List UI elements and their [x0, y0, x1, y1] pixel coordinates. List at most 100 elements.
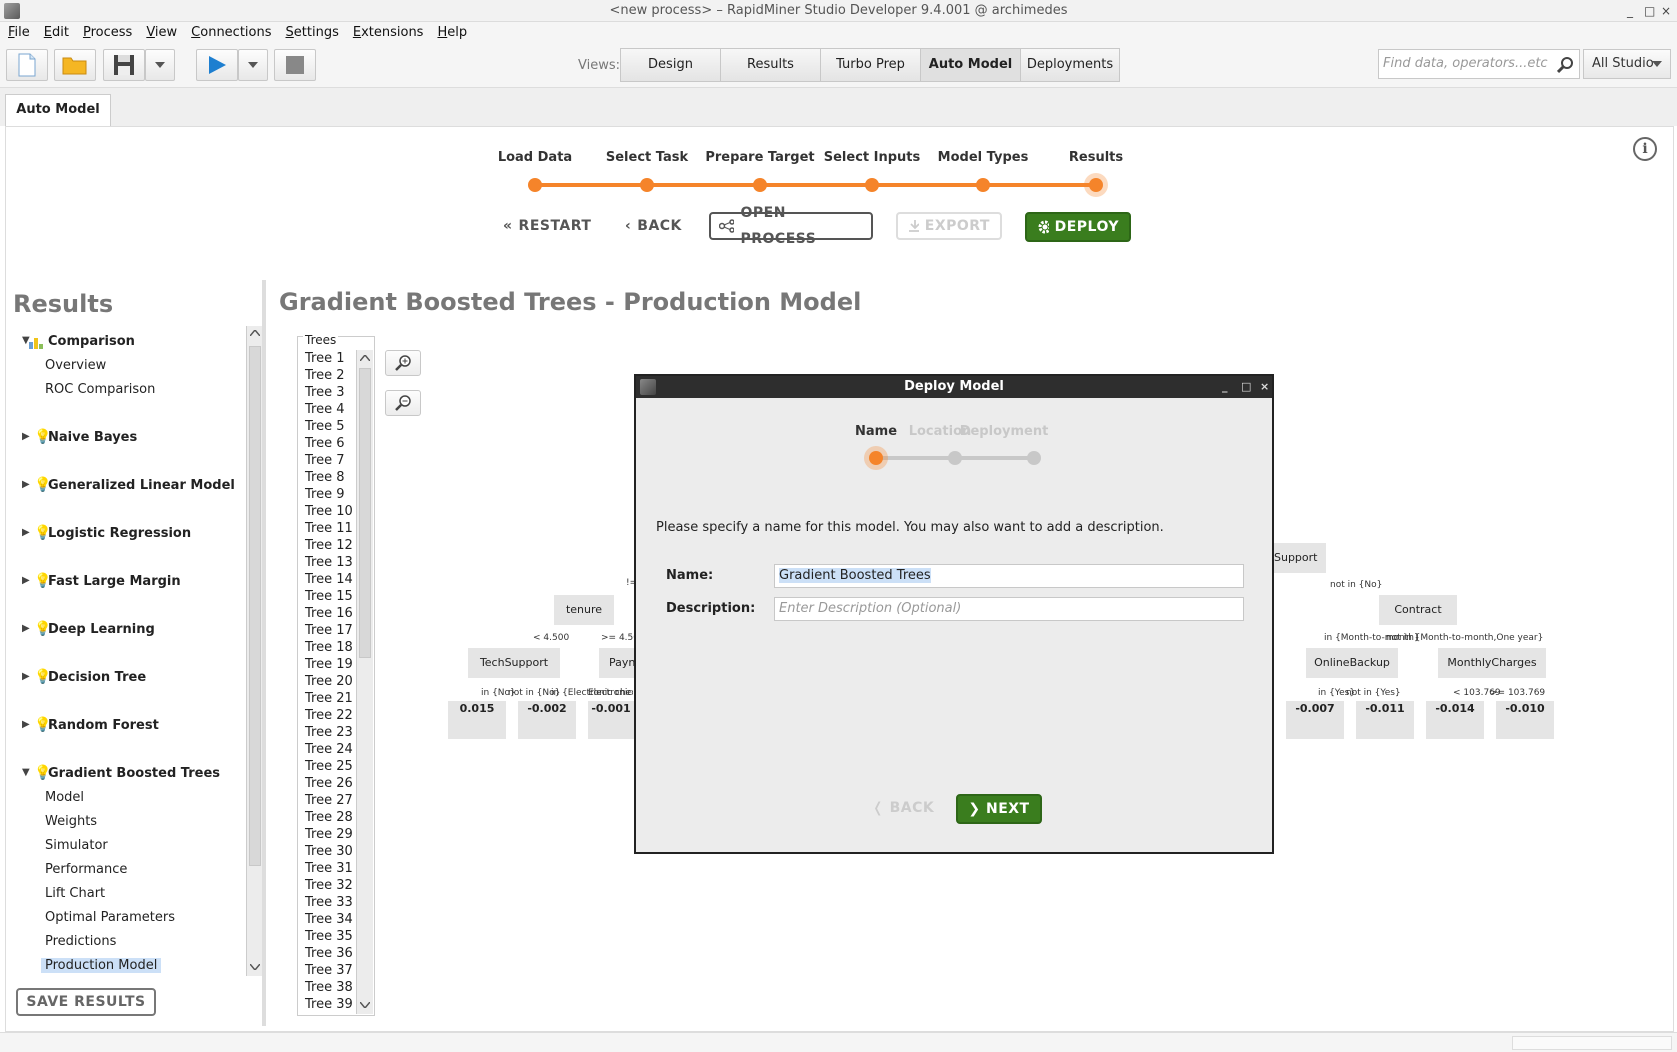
save-process-button[interactable]	[103, 49, 145, 81]
tree-list-item[interactable]: Tree 39	[300, 996, 356, 1013]
tree-group-random-forest[interactable]: ▶ 💡 Random Forest	[22, 717, 159, 733]
run-options-dropdown[interactable]	[238, 49, 268, 81]
scroll-down-icon[interactable]	[250, 964, 260, 970]
tree-item-model[interactable]: Model	[45, 790, 84, 805]
step-results[interactable]: Results	[1069, 150, 1123, 165]
tree-leaf[interactable]: -0.014	[1426, 701, 1484, 739]
tree-list-item[interactable]: Tree 8	[300, 469, 356, 486]
search-scope-dropdown[interactable]: All Studio	[1583, 49, 1671, 79]
tree-item-simulator[interactable]: Simulator	[45, 838, 108, 853]
new-process-button[interactable]	[6, 49, 48, 81]
tree-leaf[interactable]: -0.007	[1286, 701, 1344, 739]
model-name-input[interactable]: Gradient Boosted Trees	[774, 564, 1244, 588]
tree-group-deep-learning[interactable]: ▶ 💡 Deep Learning	[22, 621, 155, 637]
tree-list-item[interactable]: Tree 26	[300, 775, 356, 792]
tree-item-predictions[interactable]: Predictions	[45, 934, 116, 949]
tree-list-item[interactable]: Tree 37	[300, 962, 356, 979]
collapsed-arrow-icon[interactable]: ▶	[22, 719, 30, 730]
run-process-button[interactable]	[196, 49, 238, 81]
tree-list-item[interactable]: Tree 33	[300, 894, 356, 911]
tree-list-item[interactable]: Tree 27	[300, 792, 356, 809]
tree-list-item[interactable]: Tree 10	[300, 503, 356, 520]
menu-connections[interactable]: Connections	[191, 22, 271, 44]
step-dot-model-types[interactable]	[976, 178, 990, 192]
tree-list-item[interactable]: Tree 24	[300, 741, 356, 758]
close-icon[interactable]: ×	[1661, 0, 1671, 22]
tree-list-item[interactable]: Tree 25	[300, 758, 356, 775]
trees-list-scrollbar[interactable]	[356, 350, 373, 1014]
tree-list-item[interactable]: Tree 9	[300, 486, 356, 503]
tree-node-tenure[interactable]: tenure	[554, 595, 614, 625]
collapsed-arrow-icon[interactable]: ▶	[22, 479, 30, 490]
tree-list-item[interactable]: Tree 31	[300, 860, 356, 877]
menu-help[interactable]: Help	[437, 22, 467, 44]
scroll-up-icon[interactable]	[250, 330, 260, 336]
close-icon[interactable]: ×	[1260, 376, 1269, 398]
tree-item-performance[interactable]: Performance	[45, 862, 127, 877]
deploy-button[interactable]: DEPLOY	[1025, 212, 1131, 242]
tree-list-item[interactable]: Tree 13	[300, 554, 356, 571]
zoom-in-button[interactable]	[385, 350, 421, 376]
search-icon[interactable]	[1557, 56, 1575, 74]
tree-list-item[interactable]: Tree 6	[300, 435, 356, 452]
tree-group-comparison[interactable]: ▼ Comparison	[22, 334, 135, 349]
tree-list-item[interactable]: Tree 29	[300, 826, 356, 843]
tree-node-techsupport[interactable]: TechSupport	[468, 648, 560, 678]
tree-item-weights[interactable]: Weights	[45, 814, 97, 829]
tree-group-naive-bayes[interactable]: ▶ 💡 Naive Bayes	[22, 429, 137, 445]
maximize-icon[interactable]: □	[1241, 376, 1251, 398]
step-dot-prepare-target[interactable]	[753, 178, 767, 192]
panel-splitter[interactable]	[262, 280, 266, 1026]
tree-node-support[interactable]: Support	[1274, 543, 1326, 573]
tree-list-item[interactable]: Tree 36	[300, 945, 356, 962]
search-input[interactable]: Find data, operators...etc	[1383, 56, 1548, 71]
step-load-data[interactable]: Load Data	[498, 150, 572, 165]
tree-group-generalized-linear-model[interactable]: ▶ 💡 Generalized Linear Model	[22, 477, 235, 493]
expanded-arrow-icon[interactable]: ▼	[22, 767, 30, 778]
tree-list-item[interactable]: Tree 17	[300, 622, 356, 639]
collapsed-arrow-icon[interactable]: ▶	[22, 527, 30, 538]
step-model-types[interactable]: Model Types	[938, 150, 1029, 165]
view-results[interactable]: Results	[721, 49, 821, 81]
step-dot-select-inputs[interactable]	[865, 178, 879, 192]
tree-list-item[interactable]: Tree 5	[300, 418, 356, 435]
tree-leaf[interactable]: -0.001	[588, 701, 634, 739]
tree-list-item[interactable]: Tree 34	[300, 911, 356, 928]
tree-list-item[interactable]: Tree 14	[300, 571, 356, 588]
tree-list-item[interactable]: Tree 32	[300, 877, 356, 894]
tree-list-item[interactable]: Tree 38	[300, 979, 356, 996]
view-design[interactable]: Design	[621, 49, 721, 81]
zoom-out-button[interactable]	[385, 390, 421, 416]
tree-group-gradient-boosted-trees[interactable]: ▼ 💡 Gradient Boosted Trees	[22, 765, 220, 781]
scroll-up-icon[interactable]	[360, 355, 370, 361]
tree-node-monthlycharges[interactable]: MonthlyCharges	[1438, 648, 1546, 678]
restart-button[interactable]: « RESTART	[503, 212, 591, 240]
collapsed-arrow-icon[interactable]: ▶	[22, 671, 30, 682]
step-prepare-target[interactable]: Prepare Target	[705, 150, 814, 165]
scroll-down-icon[interactable]	[360, 1002, 370, 1008]
tree-list-item[interactable]: Tree 11	[300, 520, 356, 537]
tree-node-contract[interactable]: Contract	[1379, 595, 1457, 625]
tree-leaf[interactable]: -0.010	[1496, 701, 1554, 739]
tree-list-item[interactable]: Tree 1	[300, 350, 356, 367]
tree-list-item[interactable]: Tree 15	[300, 588, 356, 605]
tree-group-decision-tree[interactable]: ▶ 💡 Decision Tree	[22, 669, 146, 685]
menu-file[interactable]: File	[8, 22, 30, 44]
view-turbo-prep[interactable]: Turbo Prep	[821, 49, 921, 81]
tree-list-item[interactable]: Tree 16	[300, 605, 356, 622]
tree-list-item[interactable]: Tree 3	[300, 384, 356, 401]
tree-group-logistic-regression[interactable]: ▶ 💡 Logistic Regression	[22, 525, 191, 541]
results-tree-scrollbar[interactable]	[246, 326, 262, 976]
tree-list-item[interactable]: Tree 18	[300, 639, 356, 656]
scrollbar-thumb[interactable]	[359, 368, 371, 658]
collapsed-arrow-icon[interactable]: ▶	[22, 431, 30, 442]
menu-view[interactable]: View	[146, 22, 177, 44]
tree-item-production-model[interactable]: Production Model	[41, 958, 162, 973]
tree-leaf[interactable]: -0.011	[1356, 701, 1414, 739]
save-options-dropdown[interactable]	[145, 49, 175, 81]
minimize-icon[interactable]: _	[1222, 376, 1228, 398]
save-results-button[interactable]: SAVE RESULTS	[16, 988, 156, 1016]
tree-list-item[interactable]: Tree 35	[300, 928, 356, 945]
menu-edit[interactable]: Edit	[44, 22, 69, 44]
menu-extensions[interactable]: Extensions	[353, 22, 424, 44]
